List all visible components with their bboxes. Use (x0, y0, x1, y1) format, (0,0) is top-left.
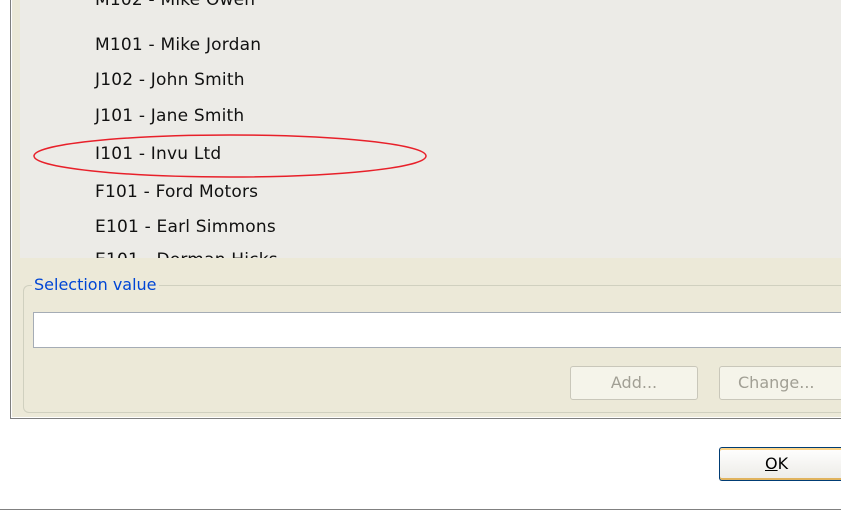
list-item[interactable]: J102 - John Smith (95, 70, 245, 90)
list-item[interactable]: E101 - Earl Simmons (95, 217, 276, 237)
ok-label-rest: K (777, 454, 789, 473)
list-item[interactable]: M101 - Mike Jordan (95, 35, 261, 55)
selection-value-list[interactable]: M102 - Mike Owen M101 - Mike Jordan J102… (20, 0, 841, 258)
ok-mnemonic: O (765, 454, 778, 473)
selection-value-input[interactable] (33, 312, 841, 348)
list-item[interactable]: E101 - Dorman Hicks (95, 250, 278, 258)
list-item[interactable]: J101 - Jane Smith (95, 106, 244, 126)
selection-value-title: Selection value (32, 275, 159, 295)
dialog-root: M102 - Mike Owen M101 - Mike Jordan J102… (0, 0, 841, 510)
add-button[interactable]: Add... (570, 366, 698, 400)
highlight-ellipse-annotation (33, 134, 427, 178)
change-button[interactable]: Change... (719, 366, 841, 400)
ok-button[interactable]: OK (719, 447, 841, 481)
list-item[interactable]: M102 - Mike Owen (95, 0, 255, 10)
list-item[interactable]: F101 - Ford Motors (95, 182, 258, 202)
